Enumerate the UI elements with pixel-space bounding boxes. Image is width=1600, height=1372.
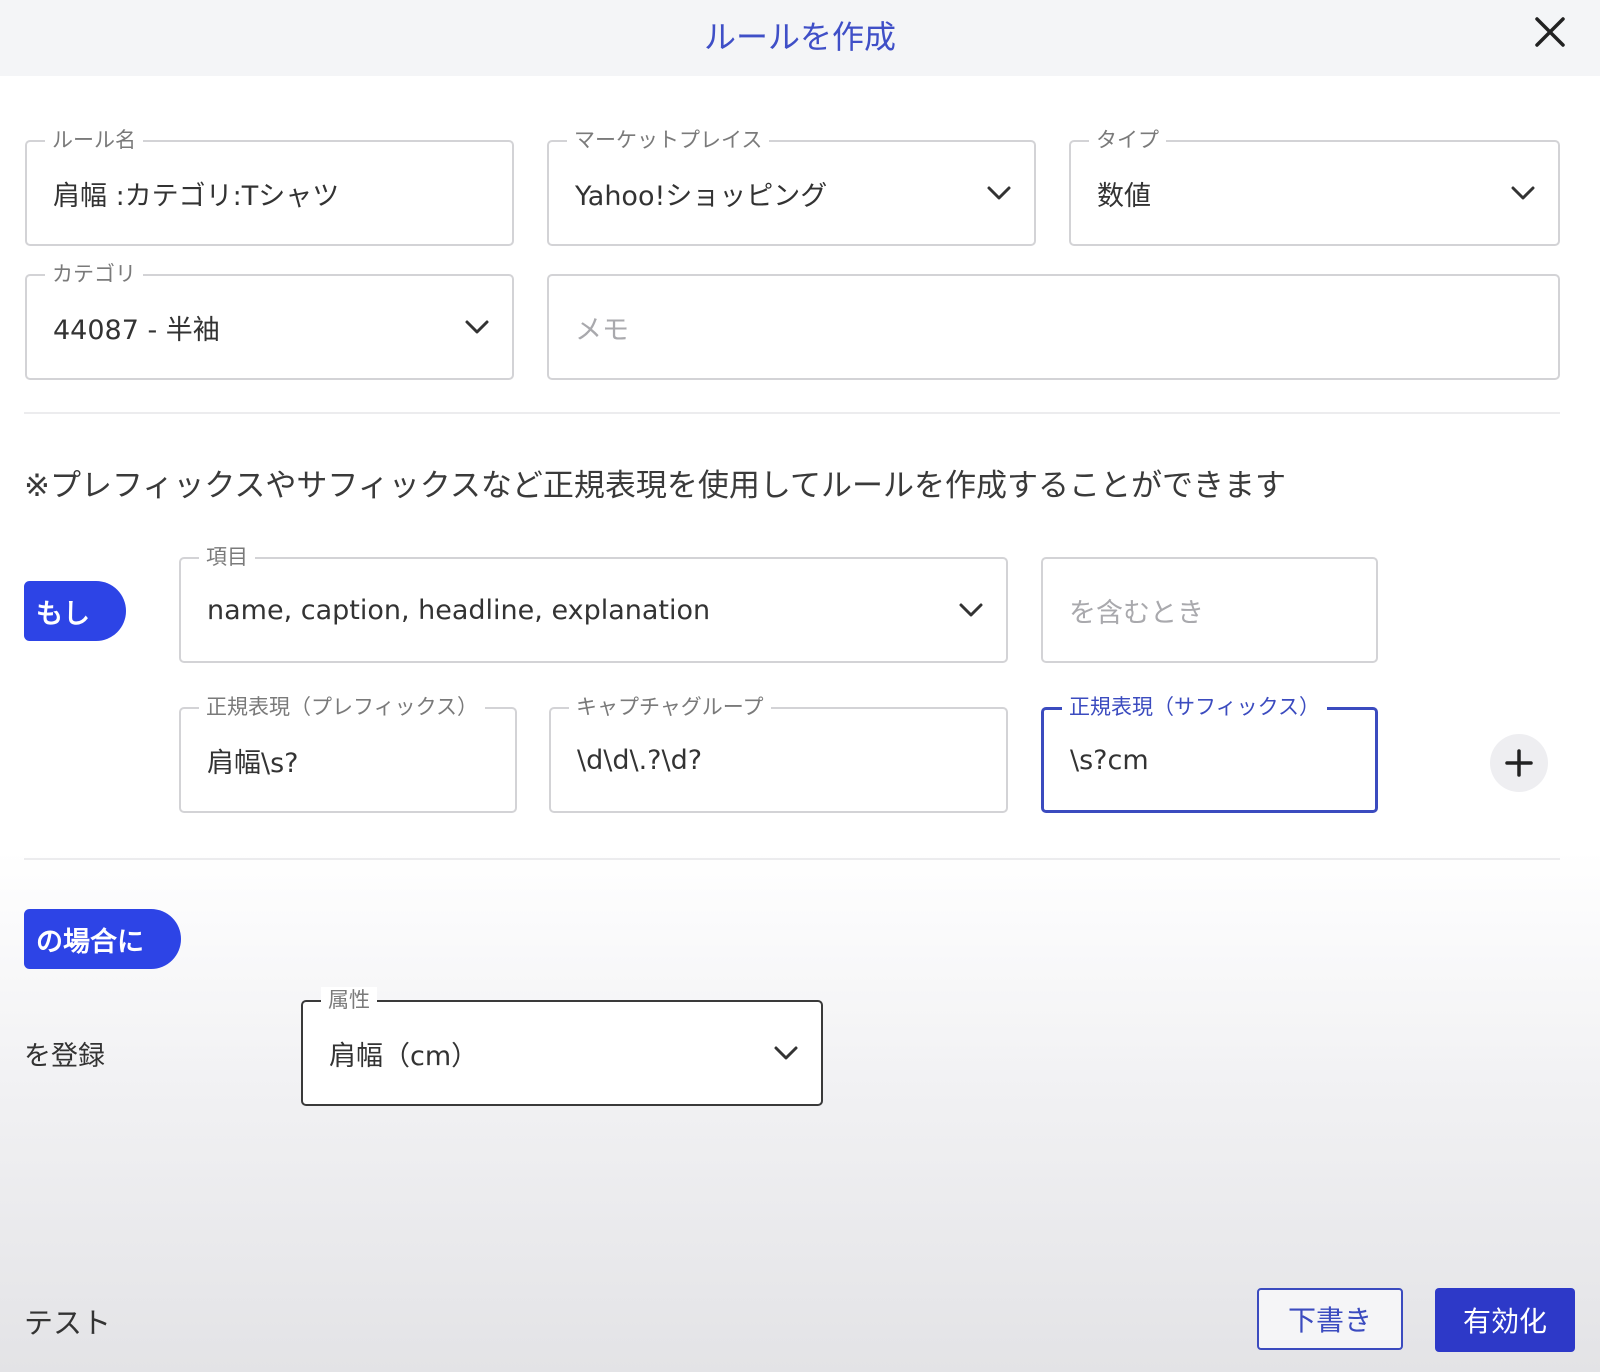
memo-placeholder: メモ [575,314,629,346]
chevron-down-icon[interactable] [986,183,1012,203]
dialog-title: ルールを作成 [703,18,896,56]
chevron-down-icon[interactable] [958,600,984,620]
category-value: 44087 - 半袖 [53,314,220,346]
suffix-regex-field[interactable]: 正規表現（サフィックス） \s?cm [1041,694,1378,813]
suffix-regex-value: \s?cm [1070,744,1149,776]
category-select[interactable]: カテゴリ 44087 - 半袖 [25,261,514,380]
type-value: 数値 [1097,180,1151,212]
contains-placeholder: を含むとき [1069,597,1204,629]
chevron-down-icon[interactable] [773,1043,799,1063]
marketplace-select[interactable]: マーケットプレイス Yahoo!ショッピング [547,127,1036,246]
prefix-regex-field[interactable]: 正規表現（プレフィックス） 肩幅\s? [179,694,517,813]
memo-field[interactable]: メモ [547,274,1560,380]
test-label[interactable]: テスト [24,1300,111,1342]
contains-field[interactable]: を含むとき [1041,557,1378,663]
rule-name-field[interactable]: ルール名 肩幅 :カテゴリ:Tシャツ [25,127,514,246]
attribute-value: 肩幅（cm） [329,1040,479,1072]
draft-button[interactable]: 下書き [1257,1288,1403,1350]
marketplace-value: Yahoo!ショッピング [575,180,828,212]
close-button[interactable] [1530,12,1570,52]
regex-hint-text: ※プレフィックスやサフィックスなど正規表現を使用してルールを作成することができま… [24,468,1286,504]
close-icon [1535,17,1565,47]
prefix-regex-value: 肩幅\s? [207,747,299,779]
attribute-select[interactable]: 属性 肩幅（cm） [301,987,823,1106]
add-condition-button[interactable] [1490,734,1548,792]
plus-icon [1505,749,1533,777]
if-label-pill: もし [24,581,126,641]
divider [24,412,1560,414]
chevron-down-icon[interactable] [1510,183,1536,203]
type-select[interactable]: タイプ 数値 [1069,127,1560,246]
capture-group-field[interactable]: キャプチャグループ \d\d\.?\d? [549,694,1008,813]
item-select[interactable]: 項目 name, caption, headline, explanation [179,544,1008,663]
item-value: name, caption, headline, explanation [207,594,711,626]
register-label: を登録 [24,1041,105,1072]
chevron-down-icon[interactable] [464,317,490,337]
dialog-header: ルールを作成 [0,0,1600,76]
case-label-pill: の場合に [24,909,181,969]
divider [24,858,1560,860]
capture-group-value: \d\d\.?\d? [577,744,703,776]
rule-name-value: 肩幅 :カテゴリ:Tシャツ [53,180,340,212]
enable-button[interactable]: 有効化 [1435,1288,1575,1352]
